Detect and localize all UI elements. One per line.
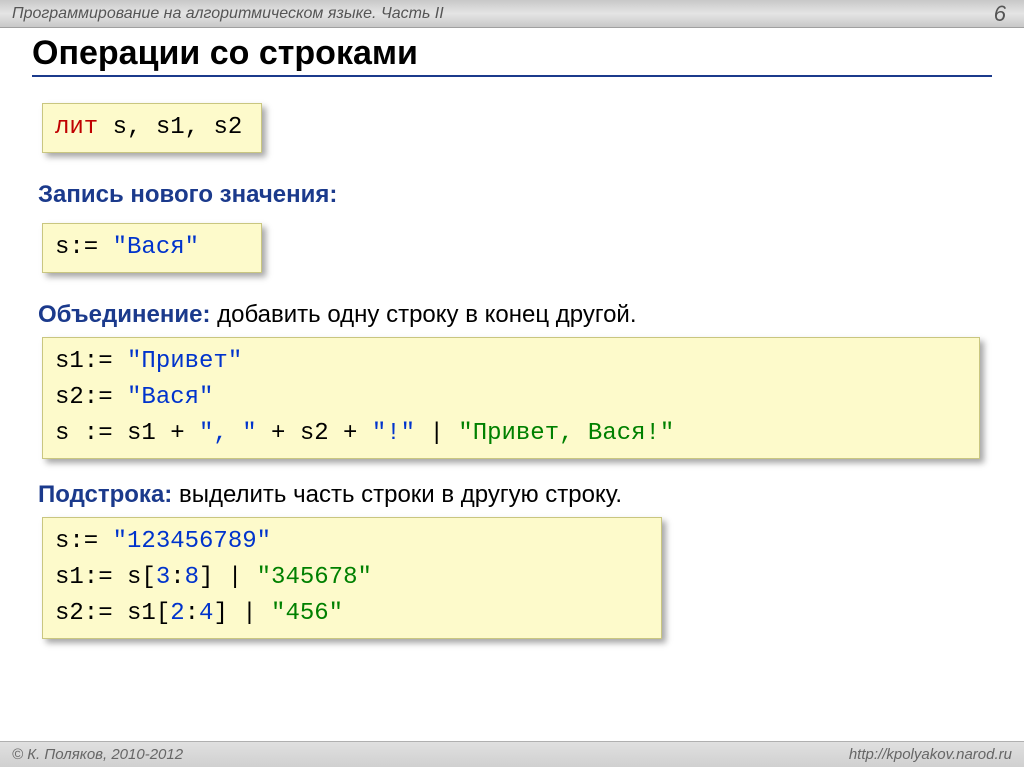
footer-url: http://kpolyakov.narod.ru — [849, 746, 1012, 763]
concat-l3b: ", " — [199, 420, 257, 447]
page-number: 6 — [994, 1, 1006, 27]
sub-l3f: "456" — [271, 600, 343, 627]
section-assign: Запись нового значения: — [38, 181, 992, 209]
concat-l2b: "Вася" — [127, 384, 213, 411]
concat-l3d: "!" — [372, 420, 415, 447]
code-assign: s:= "Вася" — [42, 223, 262, 273]
section-concat-label: Объединение: — [38, 301, 210, 328]
concat-l3a: s := s1 + — [55, 420, 199, 447]
code-concat: s1:= "Привет" s2:= "Вася" s := s1 + ", "… — [42, 337, 980, 459]
footer-bar: © К. Поляков, 2010-2012 http://kpolyakov… — [0, 741, 1024, 767]
sub-l2b: 3 — [156, 564, 170, 591]
slide-content: Операции со строками лит s, s1, s2 Запис… — [0, 28, 1024, 639]
code-declaration: лит s, s1, s2 — [42, 103, 262, 153]
concat-l3f: "Привет, Вася!" — [458, 420, 674, 447]
sub-l1b: "123456789" — [113, 528, 271, 555]
sub-l2e: ] | — [199, 564, 257, 591]
sub-l2a: s1:= s[ — [55, 564, 156, 591]
sub-l2f: "345678" — [257, 564, 372, 591]
sub-l3e: ] | — [213, 600, 271, 627]
sub-l3b: 2 — [170, 600, 184, 627]
concat-l3c: + s2 + — [257, 420, 372, 447]
header-bar: Программирование на алгоритмическом язык… — [0, 0, 1024, 28]
concat-l1a: s1:= — [55, 348, 127, 375]
sub-l1a: s:= — [55, 528, 113, 555]
sub-l3c: : — [185, 600, 199, 627]
keyword-lit: лит — [55, 114, 98, 141]
header-title: Программирование на алгоритмическом язык… — [12, 5, 444, 23]
code-substr: s:= "123456789" s1:= s[3:8] | "345678" s… — [42, 517, 662, 639]
slide-title: Операции со строками — [32, 34, 992, 77]
section-concat: Объединение: добавить одну строку в коне… — [38, 301, 992, 329]
decl-vars: s, s1, s2 — [98, 114, 242, 141]
sub-l3d: 4 — [199, 600, 213, 627]
section-substr-rest: выделить часть строки в другую строку. — [172, 481, 622, 508]
concat-l2a: s2:= — [55, 384, 127, 411]
footer-copyright: © К. Поляков, 2010-2012 — [12, 746, 183, 763]
assign-val: "Вася" — [113, 234, 199, 261]
section-substr: Подстрока: выделить часть строки в другу… — [38, 481, 992, 509]
concat-l3e: | — [415, 420, 458, 447]
section-assign-label: Запись нового значения: — [38, 181, 337, 208]
assign-lhs: s:= — [55, 234, 113, 261]
sub-l3a: s2:= s1[ — [55, 600, 170, 627]
section-substr-label: Подстрока: — [38, 481, 172, 508]
sub-l2c: : — [170, 564, 184, 591]
section-concat-rest: добавить одну строку в конец другой. — [210, 301, 636, 328]
concat-l1b: "Привет" — [127, 348, 242, 375]
sub-l2d: 8 — [185, 564, 199, 591]
